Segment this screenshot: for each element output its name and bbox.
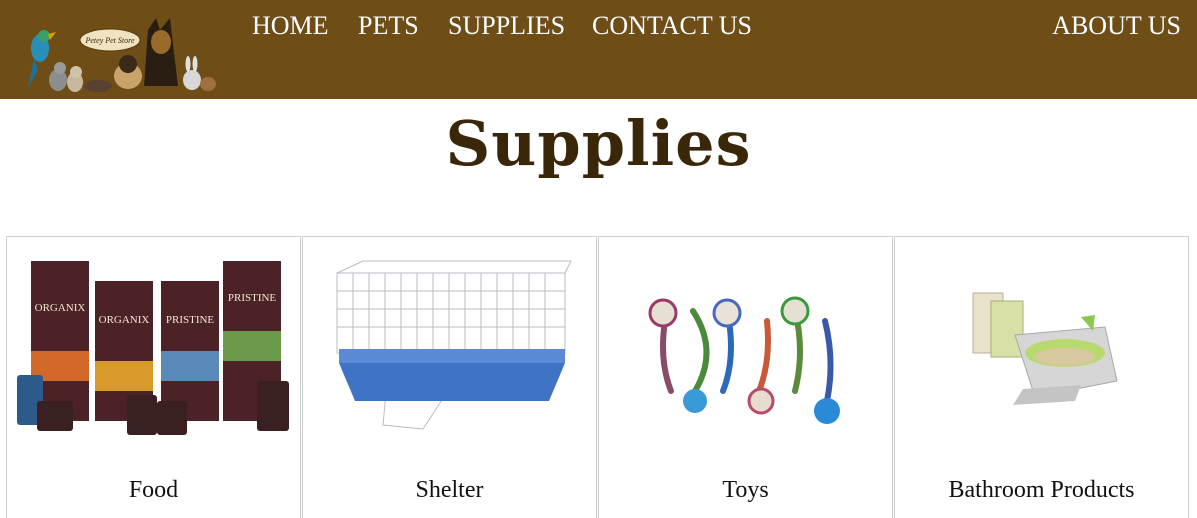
nav-home[interactable]: HOME: [252, 10, 329, 42]
category-card-food[interactable]: ORGANIX ORGANIX PRISTINE PRISTINE Food: [6, 236, 301, 518]
logo-text: Petey Pet Store: [84, 36, 134, 45]
svg-text:PRISTINE: PRISTINE: [166, 314, 215, 326]
page-title: Supplies: [445, 107, 752, 180]
bathroom-product-image: [895, 251, 1188, 461]
category-label-toys: Toys: [722, 477, 769, 503]
category-label-bathroom-products: Bathroom Products: [948, 477, 1135, 503]
nav-pets[interactable]: PETS: [358, 10, 419, 42]
food-product-image: ORGANIX ORGANIX PRISTINE PRISTINE: [7, 251, 300, 461]
svg-text:ORGANIX: ORGANIX: [35, 302, 86, 314]
shelter-product-image: [303, 251, 596, 461]
category-card-bathroom-products[interactable]: Bathroom Products: [894, 236, 1189, 518]
top-navbar: Petey Pet Store HOME PETS SUPPLIES CONTA…: [0, 0, 1197, 99]
toys-product-image: [599, 251, 892, 461]
category-card-toys[interactable]: Toys: [598, 236, 893, 518]
supplies-category-grid: ORGANIX ORGANIX PRISTINE PRISTINE Food S…: [6, 236, 1190, 518]
nav-supplies[interactable]: SUPPLIES: [448, 10, 565, 42]
category-card-shelter[interactable]: Shelter: [302, 236, 597, 518]
store-logo[interactable]: Petey Pet Store: [20, 10, 220, 96]
category-label-food: Food: [128, 477, 179, 503]
svg-text:PRISTINE: PRISTINE: [228, 292, 277, 304]
category-label-shelter: Shelter: [415, 477, 484, 503]
nav-contact-us[interactable]: CONTACT US: [592, 10, 752, 42]
svg-text:ORGANIX: ORGANIX: [99, 314, 150, 326]
nav-about-us[interactable]: ABOUT US: [1052, 10, 1181, 42]
